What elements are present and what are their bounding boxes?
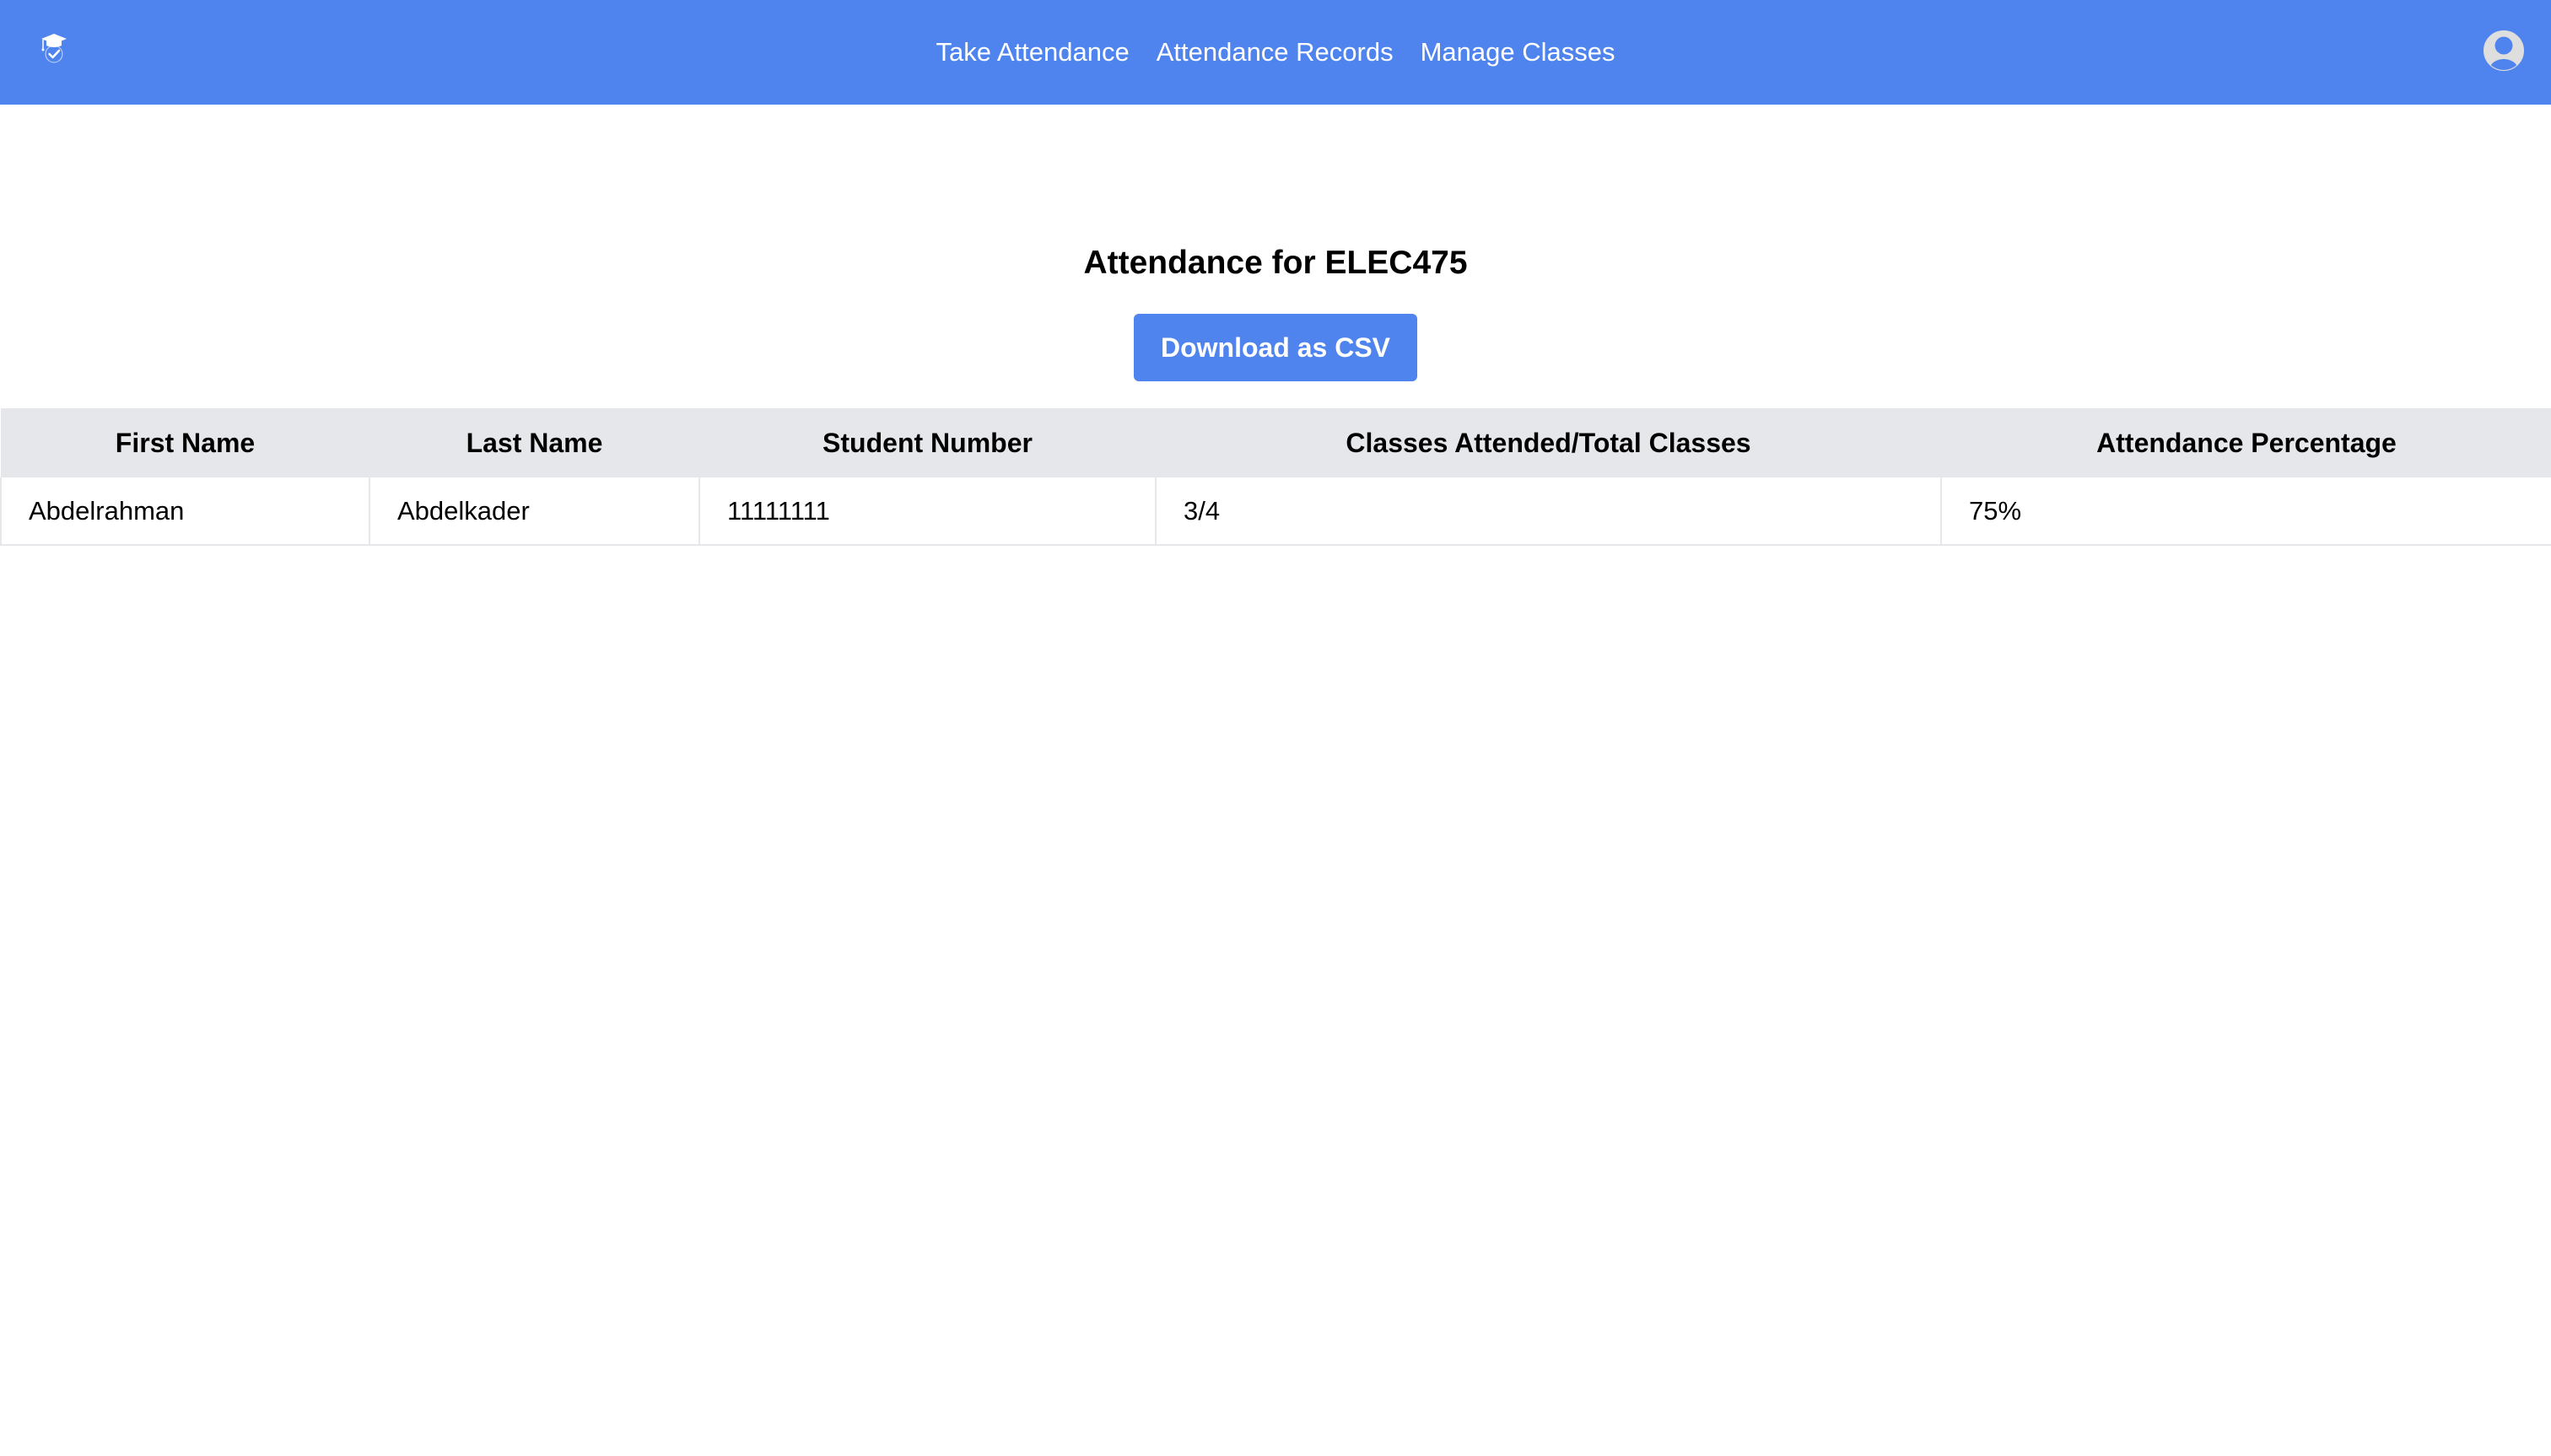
nav-take-attendance[interactable]: Take Attendance: [936, 37, 1129, 67]
page-title: Attendance for ELEC475: [1083, 245, 1468, 281]
cell-student-number: 11111111: [698, 477, 1157, 546]
table-row: Abdelrahman Abdelkader 11111111 3/4 75%: [0, 477, 2551, 546]
attendance-table: First Name Last Name Student Number Clas…: [0, 408, 2551, 546]
download-csv-button[interactable]: Download as CSV: [1134, 314, 1417, 381]
header-first-name: First Name: [1, 408, 369, 477]
header-classes-attended: Classes Attended/Total Classes: [1156, 408, 1941, 477]
nav-manage-classes[interactable]: Manage Classes: [1421, 37, 1615, 67]
header-student-number: Student Number: [699, 408, 1156, 477]
cell-attendance-percentage: 75%: [1940, 477, 2551, 546]
cell-last-name: Abdelkader: [369, 477, 700, 546]
user-avatar-icon: [2484, 30, 2524, 71]
cell-first-name: Abdelrahman: [0, 477, 370, 546]
cell-classes-attended: 3/4: [1155, 477, 1942, 546]
header-attendance-percentage: Attendance Percentage: [1941, 408, 2551, 477]
table-header-row: First Name Last Name Student Number Clas…: [1, 408, 2551, 477]
header-last-name: Last Name: [369, 408, 699, 477]
nav-attendance-records[interactable]: Attendance Records: [1157, 37, 1394, 67]
user-avatar-button[interactable]: [2483, 30, 2525, 72]
main-nav: Take Attendance Attendance Records Manag…: [0, 0, 2551, 105]
navbar: Take Attendance Attendance Records Manag…: [0, 0, 2551, 105]
